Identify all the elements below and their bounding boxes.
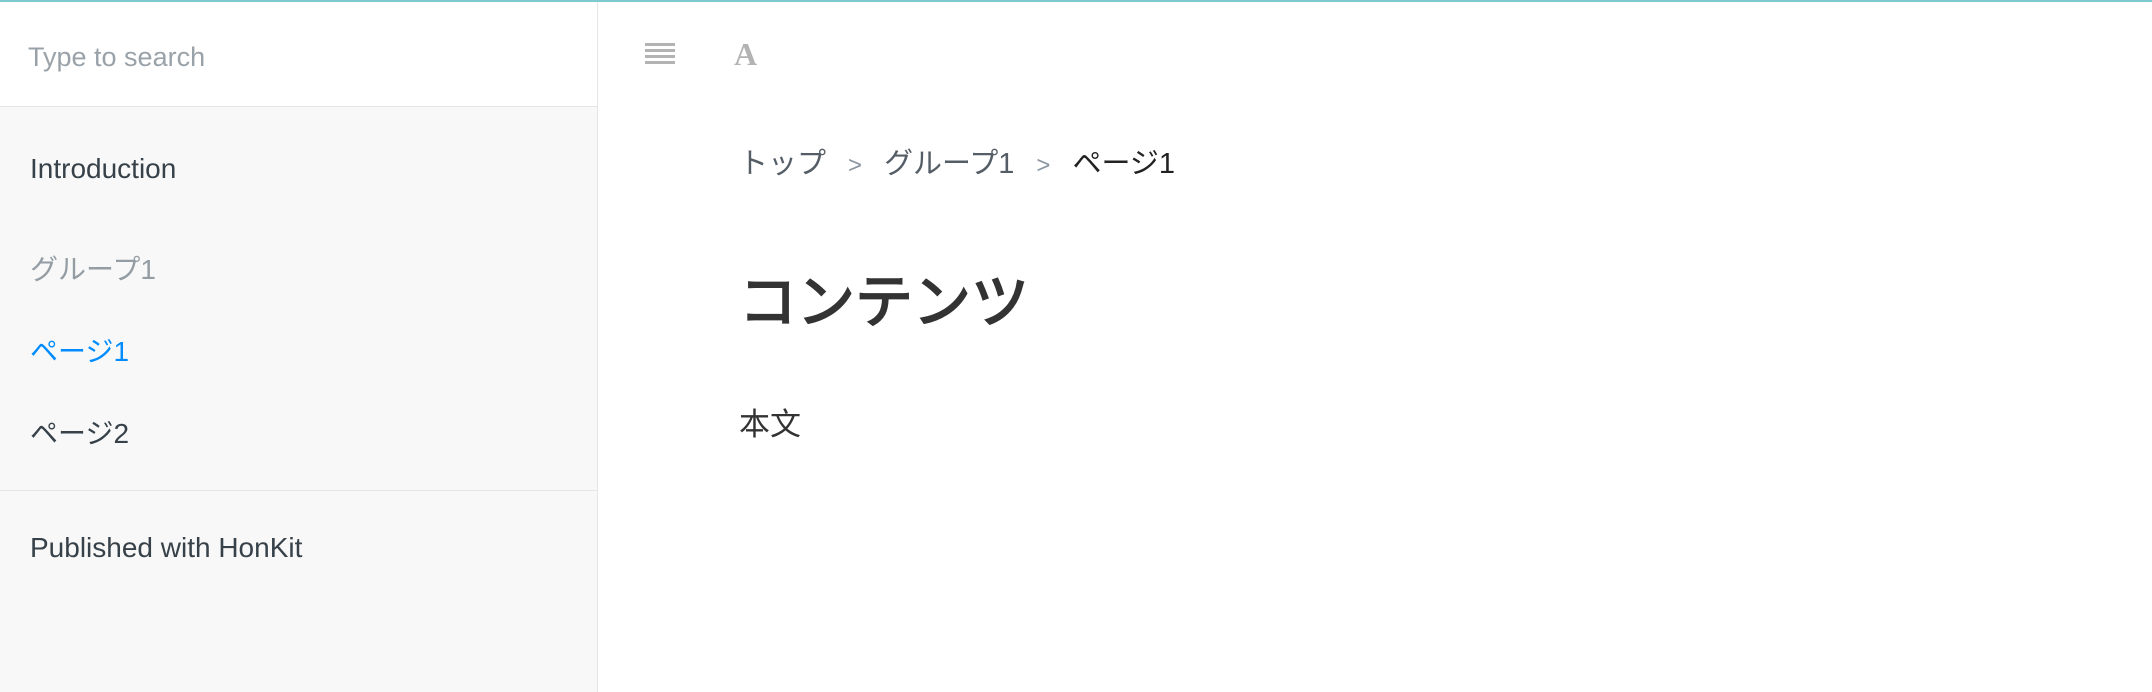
breadcrumb-separator: > <box>1036 152 1051 179</box>
body-text: 本文 <box>739 407 801 442</box>
sidebar: Introduction グループ1 ページ1 ページ2 Published w… <box>0 2 598 692</box>
sidebar-item-page1[interactable]: ページ1 <box>30 335 129 369</box>
page-title: コンテンツ <box>739 270 1030 335</box>
sidebar-group-header: グループ1 <box>30 254 156 285</box>
sidebar-item-page2[interactable]: ページ2 <box>30 417 129 451</box>
breadcrumb-item-group1[interactable]: グループ1 <box>884 148 1014 180</box>
breadcrumb-item-current: ページ1 <box>1072 148 1175 180</box>
font-settings-icon[interactable]: A <box>734 36 757 72</box>
hamburger-icon[interactable] <box>645 43 675 67</box>
breadcrumb: トップ > グループ1 > ページ1 <box>739 146 1175 184</box>
sidebar-divider <box>0 490 597 491</box>
search-box <box>0 2 597 107</box>
sidebar-item-introduction[interactable]: Introduction <box>30 152 176 186</box>
published-with-link[interactable]: Published with HonKit <box>30 531 302 565</box>
breadcrumb-separator: > <box>848 152 863 179</box>
app-window: Introduction グループ1 ページ1 ページ2 Published w… <box>0 0 2152 692</box>
breadcrumb-item-top[interactable]: トップ <box>739 148 826 180</box>
search-input[interactable] <box>28 32 568 82</box>
